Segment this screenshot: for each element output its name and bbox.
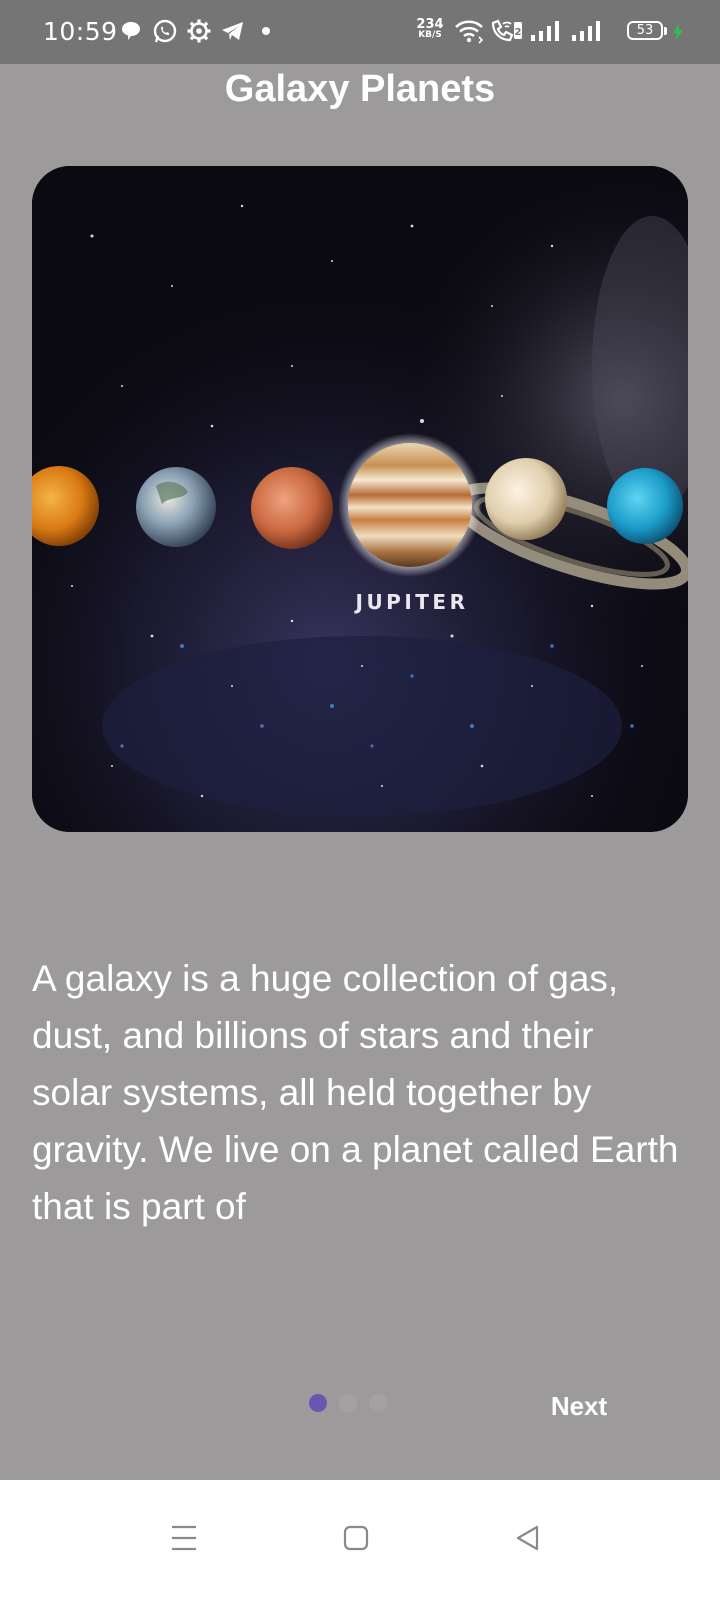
charging-bolt-icon [673, 24, 683, 40]
battery-cap [664, 27, 667, 35]
description-text: A galaxy is a huge collection of gas, du… [32, 958, 679, 1227]
battery-icon: 53 [627, 21, 663, 40]
menu-icon[interactable] [160, 1514, 208, 1562]
telegram-icon [222, 22, 243, 40]
whatsapp-icon [153, 19, 177, 43]
battery-level: 53 [636, 23, 654, 38]
home-icon[interactable] [332, 1514, 380, 1562]
wifi-icon [455, 20, 484, 44]
planet-label: JUPITER [354, 590, 469, 614]
mars-planet [251, 467, 333, 549]
dot-icon [262, 27, 270, 35]
uranus-planet [607, 468, 683, 544]
chat-bubble-icon [122, 22, 140, 40]
back-icon[interactable] [504, 1514, 552, 1562]
settings-gear-icon [187, 19, 211, 43]
next-button[interactable]: Next [534, 1386, 624, 1426]
page-dot-2 [339, 1394, 357, 1412]
page-dot-1 [309, 1394, 327, 1412]
page-title: Galaxy Planets [224, 68, 496, 110]
status-bar: 10:59 234 KB/S 2 53 [0, 0, 720, 64]
galaxy-planets-image: JUPITER [32, 166, 688, 832]
network-speed-value: 234 [416, 17, 444, 32]
jupiter-planet [348, 443, 472, 567]
status-indicators: 234 KB/S 2 53 [400, 0, 720, 64]
planets-illustration: JUPITER [32, 166, 688, 832]
signal-icon [531, 21, 559, 41]
signal-icon [572, 21, 600, 41]
network-speed: 234 KB/S [415, 17, 445, 41]
status-time: 10:59 [43, 17, 118, 46]
page-dot-3 [369, 1394, 387, 1412]
earth-planet [136, 467, 216, 547]
wifi-calling-icon: 2 [491, 19, 522, 42]
saturn-planet [485, 458, 567, 540]
svg-text:2: 2 [515, 27, 522, 38]
network-speed-unit: KB/S [418, 30, 442, 40]
system-navigation-bar [0, 1480, 720, 1600]
